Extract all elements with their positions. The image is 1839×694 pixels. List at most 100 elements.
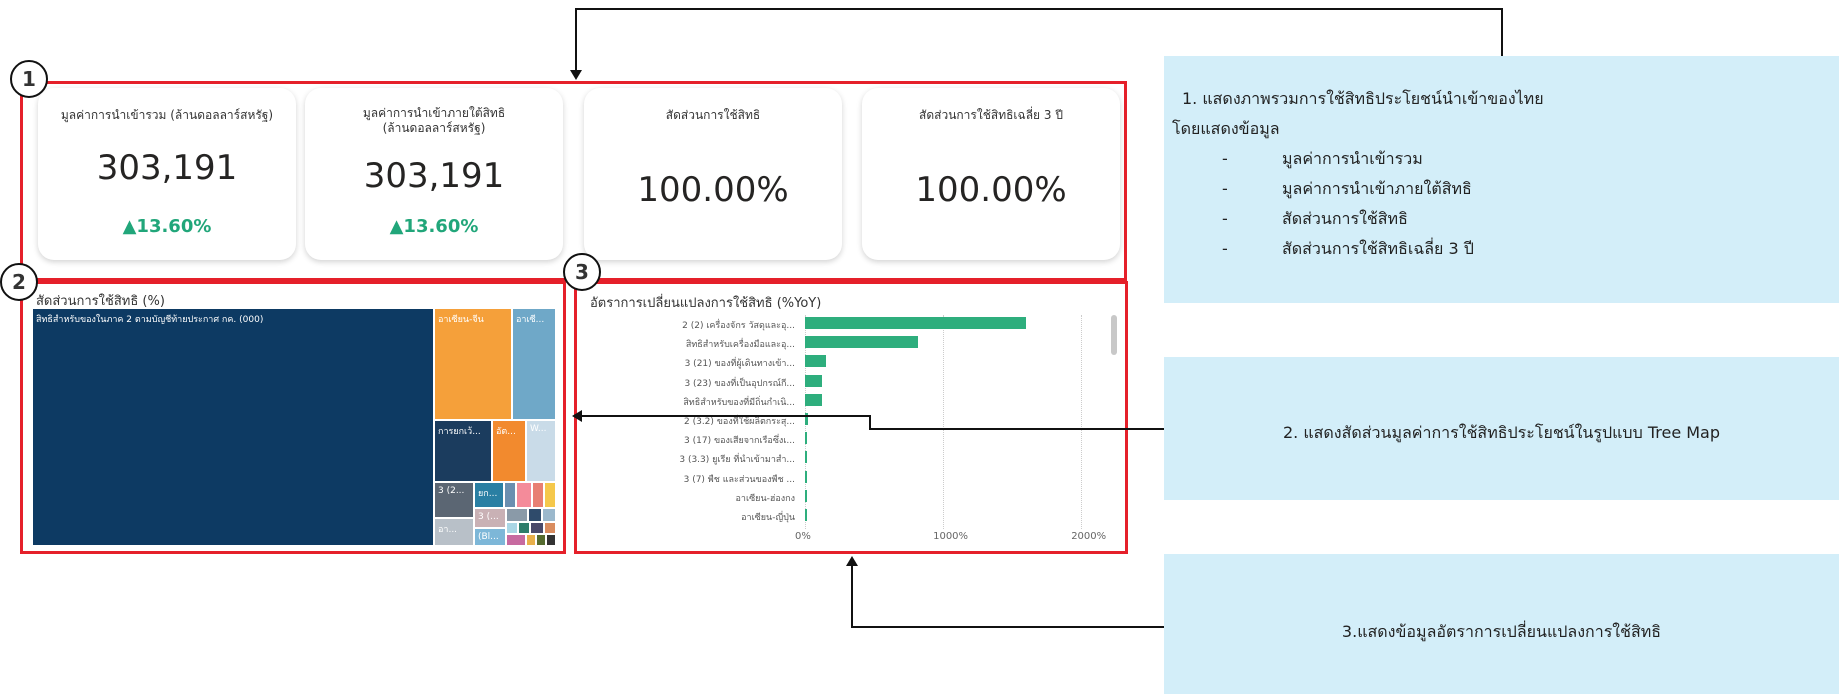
bar-category-label: 2 (2) เครื่องจักร วัสดุและอุ... <box>682 321 795 331</box>
arrow-down-icon <box>570 70 582 80</box>
bullet-dash: - <box>1222 239 1228 258</box>
treemap-tile[interactable] <box>518 522 530 534</box>
bar[interactable] <box>805 470 807 483</box>
connector-1 <box>1501 8 1503 56</box>
treemap-tile[interactable]: การยกเว้... <box>434 420 492 482</box>
barchart[interactable]: 0% 1000% 2000% 2 (2) เครื่องจักร วัสดุและอุ… <box>590 315 1120 545</box>
treemap-tile[interactable] <box>532 482 544 508</box>
treemap-tile[interactable]: อาเซียน-จีน <box>434 308 512 420</box>
bar[interactable] <box>805 509 807 521</box>
connector-2 <box>578 415 870 417</box>
treemap-tile[interactable] <box>536 534 546 546</box>
x-tick-label: 2000% <box>1071 531 1107 542</box>
callout-2-text: 2. แสดงสัดส่วนมูลค่าการใช้สิทธิประโยชน์ใ… <box>1282 423 1721 442</box>
section-badge-1: 1 <box>10 60 48 98</box>
callout-2: 2. แสดงสัดส่วนมูลค่าการใช้สิทธิประโยชน์ใ… <box>1164 357 1839 500</box>
bar-category-label: อาเซียน-ญี่ปุ่น <box>741 513 795 523</box>
treemap-tile[interactable] <box>506 534 526 546</box>
treemap-tile[interactable] <box>528 508 542 522</box>
callout-1-list: - มูลค่าการนำเข้ารวม - มูลค่าการนำเข้าภายใต… <box>1182 144 1839 264</box>
bar[interactable] <box>805 317 1026 329</box>
connector-2 <box>869 428 1164 430</box>
bar-category-label: อาเซียน-ฮ่องกง <box>735 493 795 504</box>
kpi-value: 303,191 <box>363 156 505 196</box>
x-tick-label: 0% <box>795 531 811 542</box>
callout-1: 1. แสดงภาพรวมการใช้สิทธิประโยชน์นำเข้าขอ… <box>1164 56 1839 303</box>
kpi-delta: ▲13.60% <box>389 216 479 237</box>
kpi-card-privileged-import[interactable]: มูลค่าการนำเข้าภายใต้สิทธิ (ล้านดอลลาร์ส… <box>305 88 563 260</box>
kpi-delta: ▲13.60% <box>122 216 212 237</box>
kpi-title: มูลค่าการนำเข้ารวม (ล้านดอลลาร์สหรัฐ) <box>60 108 274 122</box>
treemap-tile[interactable]: อัต... <box>492 420 526 482</box>
kpi-value: 100.00% <box>637 170 789 210</box>
gridline <box>943 315 945 529</box>
treemap-tile[interactable]: (Bl... <box>474 528 506 546</box>
treemap[interactable]: สิทธิสำหรับของในภาค 2 ตามบัญชีท้ายประกาศ… <box>32 308 556 546</box>
bar[interactable] <box>805 432 807 445</box>
treemap-tile[interactable] <box>530 522 544 534</box>
treemap-tile[interactable]: 3 (2... <box>434 482 474 518</box>
bullet-dash: - <box>1222 209 1228 228</box>
connector-1 <box>575 8 577 76</box>
callout-1-item-text: สัดส่วนการใช้สิทธิเฉลี่ย 3 ปี <box>1282 239 1474 258</box>
treemap-tile[interactable] <box>506 508 528 522</box>
callout-3: 3.แสดงข้อมูลอัตราการเปลี่ยนแปลงการใช้สิท… <box>1164 554 1839 694</box>
kpi-title: มูลค่าการนำเข้าภายใต้สิทธิ (ล้านดอลลาร์ส… <box>362 106 506 135</box>
callout-1-line1: 1. แสดงภาพรวมการใช้สิทธิประโยชน์นำเข้าขอ… <box>1182 89 1544 108</box>
kpi-value: 100.00% <box>915 170 1067 210</box>
bullet-dash: - <box>1222 149 1228 168</box>
treemap-tile[interactable]: อา... <box>434 518 474 546</box>
treemap-tile[interactable] <box>516 482 532 508</box>
callout-3-text: 3.แสดงข้อมูลอัตราการเปลี่ยนแปลงการใช้สิท… <box>1341 622 1662 641</box>
section-badge-3: 3 <box>563 253 601 291</box>
barchart-title: อัตราการเปลี่ยนแปลงการใช้สิทธิ (%YoY) <box>590 296 822 311</box>
connector-2 <box>869 415 871 429</box>
treemap-tile[interactable] <box>544 482 556 508</box>
treemap-tile[interactable]: W... <box>526 420 556 482</box>
callout-1-item: - มูลค่าการนำเข้าภายใต้สิทธิ <box>1182 174 1839 204</box>
callout-1-item-text: มูลค่าการนำเข้ารวม <box>1282 149 1423 168</box>
bar[interactable] <box>805 355 826 368</box>
arrow-up-icon <box>846 556 858 566</box>
bar-category-label: 3 (21) ของที่ผู้เดินทางเข้า... <box>684 359 795 370</box>
gridline <box>1081 315 1083 529</box>
bar-category-label: 3 (7) พืช และส่วนของพืช ... <box>683 474 795 485</box>
treemap-tile[interactable]: สิทธิสำหรับของในภาค 2 ตามบัญชีท้ายประกาศ… <box>32 308 434 546</box>
barchart-scrollbar[interactable] <box>1111 315 1117 355</box>
bar[interactable] <box>805 374 822 387</box>
callout-1-line2: โดยแสดงข้อมูล <box>1172 119 1280 138</box>
treemap-tile[interactable]: ยก... <box>474 482 504 508</box>
treemap-tile[interactable] <box>542 508 556 522</box>
treemap-tile[interactable]: 3 (... <box>474 508 506 528</box>
connector-3 <box>851 562 853 627</box>
kpi-card-total-import[interactable]: มูลค่าการนำเข้ารวม (ล้านดอลลาร์สหรัฐ) 30… <box>38 88 296 260</box>
kpi-card-3yr-utilization[interactable]: สัดส่วนการใช้สิทธิเฉลี่ย 3 ปี 100.00% <box>862 88 1120 260</box>
treemap-tile[interactable] <box>544 522 556 534</box>
connector-1 <box>575 8 1502 10</box>
bar[interactable] <box>805 336 919 349</box>
kpi-value: 303,191 <box>96 148 238 188</box>
section-badge-2: 2 <box>0 263 38 301</box>
bullet-dash: - <box>1222 179 1228 198</box>
callout-1-item: - มูลค่าการนำเข้ารวม <box>1182 144 1839 174</box>
callout-1-item-text: มูลค่าการนำเข้าภายใต้สิทธิ <box>1282 179 1472 198</box>
bar-category-label: 3 (3.3) ยูเรีย ที่นำเข้ามาสำ... <box>679 455 795 466</box>
kpi-title: สัดส่วนการใช้สิทธิเฉลี่ย 3 ปี <box>919 108 1063 122</box>
arrow-left-icon <box>572 410 582 422</box>
kpi-card-utilization-ratio[interactable]: สัดส่วนการใช้สิทธิ 100.00% <box>584 88 842 260</box>
callout-1-item: - สัดส่วนการใช้สิทธิเฉลี่ย 3 ปี <box>1182 234 1839 264</box>
callout-1-item: - สัดส่วนการใช้สิทธิ <box>1182 204 1839 234</box>
treemap-tile[interactable] <box>506 522 518 534</box>
treemap-tile[interactable]: อาเซี... <box>512 308 556 420</box>
bar[interactable] <box>805 451 807 464</box>
bar-category-label: 3 (17) ของเสียจากเรือซึ่งเ... <box>684 436 795 447</box>
bar[interactable] <box>805 393 822 406</box>
treemap-tile[interactable] <box>546 534 556 546</box>
connector-3 <box>851 626 1164 628</box>
treemap-tile[interactable] <box>526 534 536 546</box>
bar-category-label: 3 (23) ของที่เป็นอุปกรณ์กี... <box>684 378 795 389</box>
bar-category-label: สิทธิสำหรับของที่มีถิ่นกำเนิ... <box>683 397 795 408</box>
bar[interactable] <box>805 489 807 502</box>
callout-1-item-text: สัดส่วนการใช้สิทธิ <box>1282 209 1408 228</box>
treemap-tile[interactable] <box>504 482 516 508</box>
